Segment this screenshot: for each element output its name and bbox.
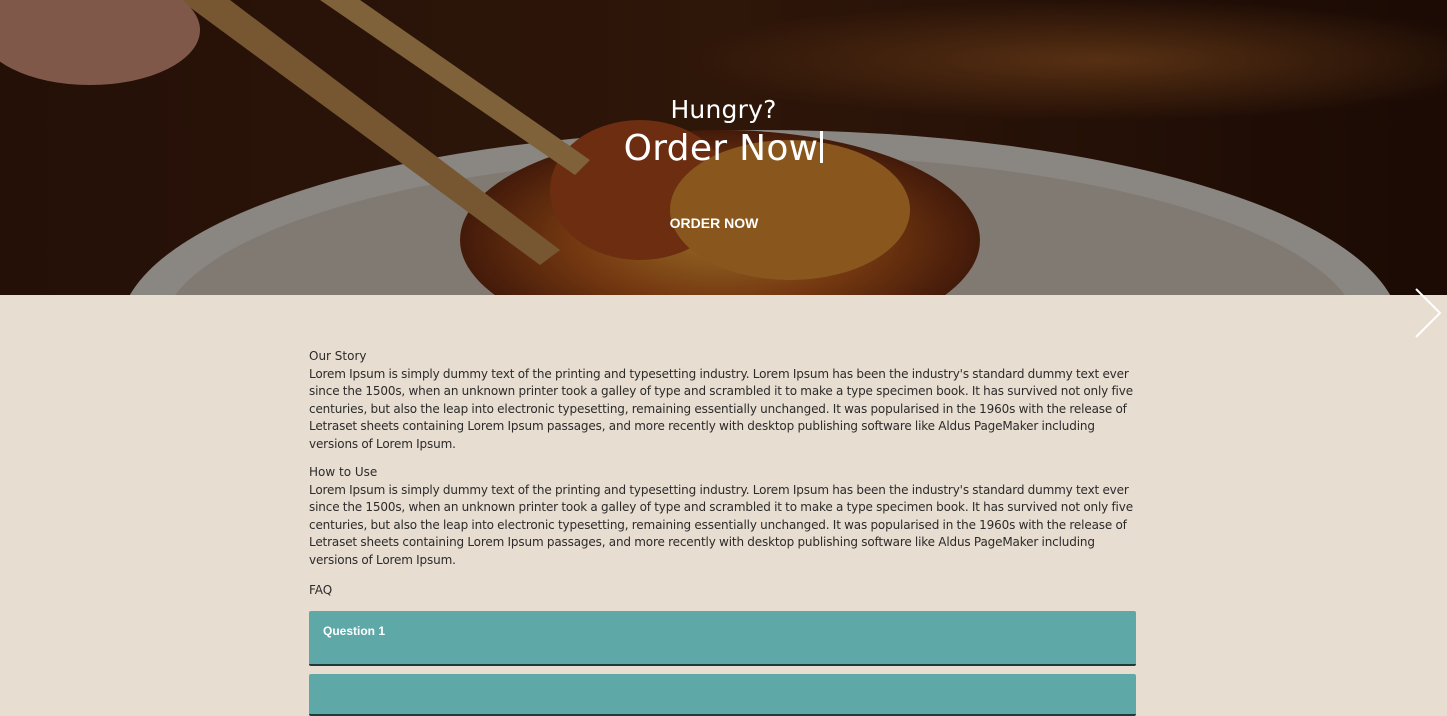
order-now-button[interactable]: ORDER NOW: [644, 208, 784, 236]
faq-question-1: Question 1: [323, 624, 386, 638]
section-body-our-story: Lorem Ipsum is simply dummy text of the …: [309, 366, 1133, 451]
section-title-how-to-use: How to Use: [309, 465, 378, 479]
section-title-our-story: Our Story: [309, 349, 367, 363]
hero-subtitle: Hungry?: [670, 95, 777, 124]
content-area: Our Story Lorem Ipsum is simply dummy te…: [309, 348, 1136, 580]
chevron-right-icon[interactable]: [1410, 286, 1446, 340]
hero-title: Order Now: [623, 128, 819, 169]
faq-title: FAQ: [309, 583, 333, 597]
faq-item-1[interactable]: Question 1: [309, 611, 1136, 666]
hero-title-wrap: Order Now: [0, 128, 1447, 170]
typing-caret: [820, 131, 824, 163]
faq-item-2[interactable]: [309, 674, 1136, 716]
hero-banner: Hungry? Order Now ORDER NOW: [0, 0, 1447, 295]
section-body-how-to-use: Lorem Ipsum is simply dummy text of the …: [309, 482, 1133, 567]
